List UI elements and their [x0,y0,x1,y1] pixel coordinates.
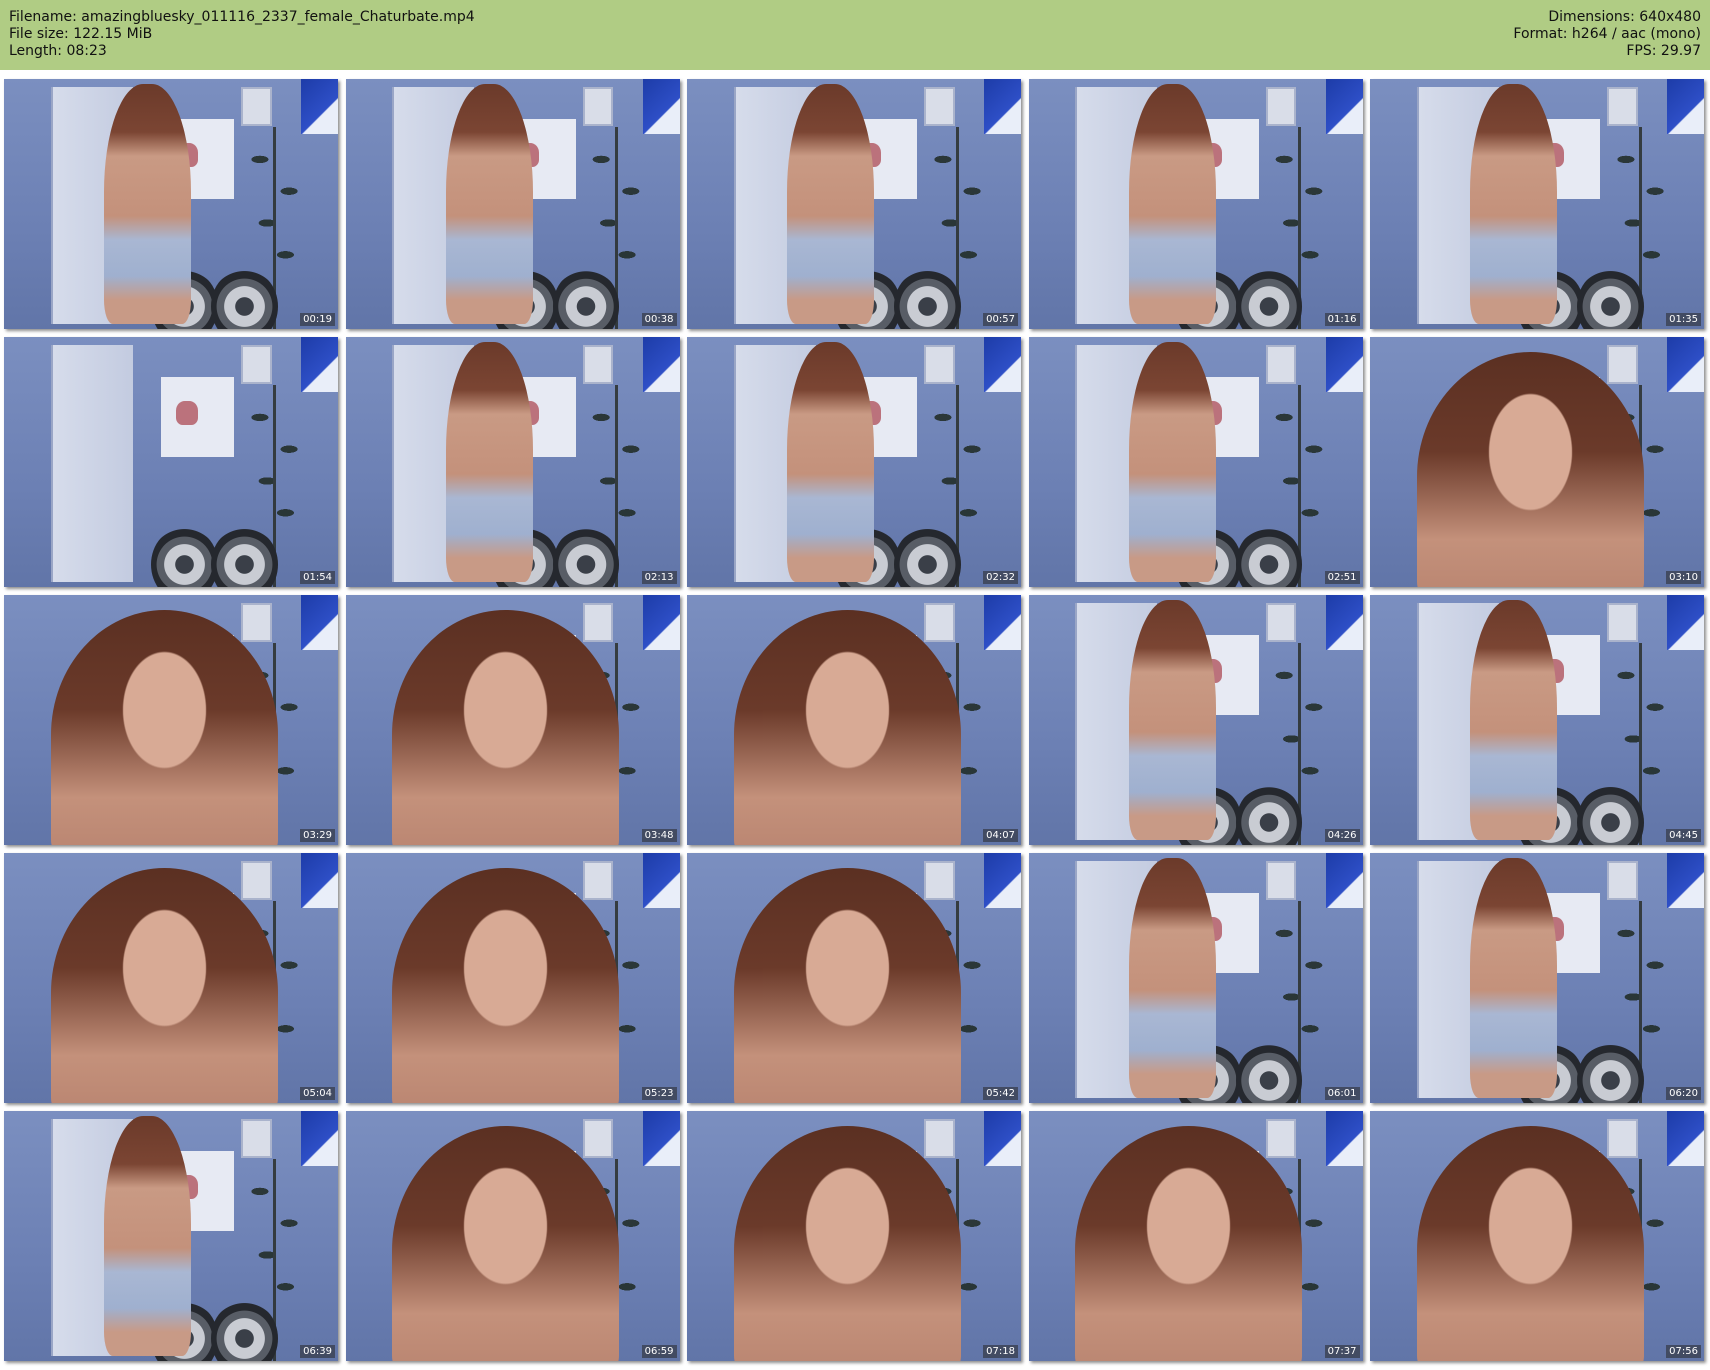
video-thumbnail[interactable]: 03:10 [1370,337,1704,587]
fps-text: FPS: 29.97 [1626,43,1701,59]
scene-person [50,610,278,845]
timestamp-label: 00:38 [641,313,677,326]
timestamp-label: 00:57 [983,313,1018,326]
timestamp-label: 06:59 [641,1345,677,1358]
scene-person [787,342,875,582]
video-thumbnail[interactable]: 06:20 [1370,853,1704,1103]
video-thumbnail[interactable]: 06:01 [1028,853,1363,1103]
scene-person [1470,84,1558,324]
video-thumbnail[interactable]: 05:04 [4,853,338,1103]
video-thumbnail[interactable]: 02:13 [345,337,680,587]
timestamp-label: 06:20 [1666,1087,1701,1100]
scene-person [733,1126,961,1361]
timestamp-label: 04:07 [983,829,1018,842]
scene-person [733,610,961,845]
video-thumbnail[interactable]: 05:42 [687,853,1021,1103]
scene-person [1128,84,1216,324]
video-thumbnail[interactable]: 07:56 [1370,1111,1704,1361]
scene-person [104,1116,192,1356]
timestamp-label: 02:32 [983,571,1018,584]
timestamp-label: 02:51 [1324,571,1360,584]
video-thumbnail[interactable]: 07:18 [687,1111,1021,1361]
scene-person [392,1126,620,1361]
scene-person [445,342,533,582]
timestamp-label: 01:54 [300,571,335,584]
video-thumbnail[interactable]: 05:23 [345,853,680,1103]
video-thumbnail[interactable]: 03:29 [4,595,338,845]
video-thumbnail[interactable]: 06:39 [4,1111,338,1361]
timestamp-label: 07:37 [1324,1345,1360,1358]
video-thumbnail[interactable]: 00:57 [687,79,1021,329]
timestamp-label: 01:16 [1324,313,1360,326]
video-thumbnail[interactable]: 01:54 [4,337,338,587]
scene-person [392,610,620,845]
video-thumbnail[interactable]: 04:07 [687,595,1021,845]
video-thumbnail[interactable]: 06:59 [345,1111,680,1361]
filename-text: Filename: amazingbluesky_011116_2337_fem… [9,9,475,25]
timestamp-label: 02:13 [641,571,677,584]
timestamp-label: 05:04 [300,1087,335,1100]
scene-person [733,868,961,1103]
video-thumbnail[interactable]: 07:37 [1028,1111,1363,1361]
timestamp-label: 05:23 [641,1087,677,1100]
timestamp-label: 04:45 [1666,829,1701,842]
scene-person [1128,600,1216,840]
dimensions-text: Dimensions: 640x480 [1548,9,1701,25]
scene-person [1470,858,1558,1098]
timestamp-label: 01:35 [1666,313,1701,326]
timestamp-label: 03:48 [641,829,677,842]
timestamp-label: 00:19 [300,313,335,326]
scene-person [50,868,278,1103]
scene-person [1128,342,1216,582]
timestamp-label: 03:29 [300,829,335,842]
video-thumbnail[interactable]: 03:48 [345,595,680,845]
file-info-right: Dimensions: 640x480 Format: h264 / aac (… [1513,9,1701,60]
scene-person [104,84,192,324]
timestamp-label: 05:42 [983,1087,1018,1100]
file-info-left: Filename: amazingbluesky_011116_2337_fem… [9,9,475,60]
video-thumbnail[interactable]: 04:45 [1370,595,1704,845]
video-thumbnail[interactable]: 00:38 [345,79,680,329]
scene-person [1075,1126,1303,1361]
scene-person [1470,600,1558,840]
video-thumbnail[interactable]: 04:26 [1028,595,1363,845]
timestamp-label: 07:56 [1666,1345,1701,1358]
scene-person [787,84,875,324]
video-thumbnail[interactable]: 01:16 [1028,79,1363,329]
video-thumbnail[interactable]: 01:35 [1370,79,1704,329]
video-thumbnail[interactable]: 00:19 [4,79,338,329]
video-thumbnail[interactable]: 02:32 [687,337,1021,587]
format-text: Format: h264 / aac (mono) [1513,26,1701,42]
info-header: Filename: amazingbluesky_011116_2337_fem… [0,0,1710,70]
timestamp-label: 06:39 [300,1345,335,1358]
scene-person [445,84,533,324]
scene-poster [160,377,235,457]
scene-door [50,344,133,582]
timestamp-label: 04:26 [1324,829,1360,842]
thumbnail-grid: 00:19 00:38 00:57 01:16 01:35 01:54 02:13 02:32… [4,79,1704,1361]
scene-person [1416,352,1644,587]
timestamp-label: 07:18 [983,1345,1018,1358]
scene-person [1416,1126,1644,1361]
video-thumbnail[interactable]: 02:51 [1028,337,1363,587]
scene-person [392,868,620,1103]
timestamp-label: 06:01 [1324,1087,1360,1100]
filesize-text: File size: 122.15 MiB [9,26,153,42]
timestamp-label: 03:10 [1666,571,1701,584]
scene-person [1128,858,1216,1098]
length-text: Length: 08:23 [9,43,107,59]
